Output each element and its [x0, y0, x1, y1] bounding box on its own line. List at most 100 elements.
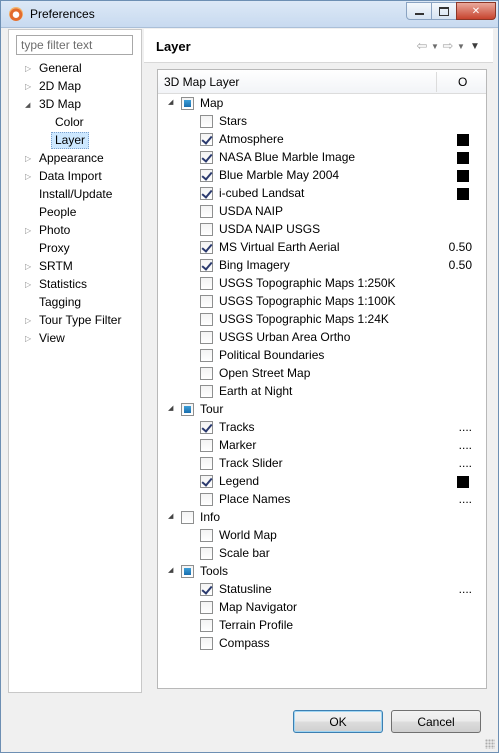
layer-group-row[interactable]: Tools — [158, 563, 486, 581]
column-header-opacity[interactable]: O — [458, 75, 467, 89]
layer-checkbox[interactable] — [200, 349, 213, 362]
layer-checkbox[interactable] — [200, 583, 213, 596]
close-button[interactable]: ✕ — [456, 2, 496, 20]
layer-row[interactable]: USDA NAIP — [158, 203, 486, 221]
opacity-value[interactable]: .... — [459, 438, 472, 452]
layer-checkbox[interactable] — [200, 421, 213, 434]
layer-checkbox[interactable] — [200, 115, 213, 128]
layer-row[interactable]: Place Names.... — [158, 491, 486, 509]
tree-item[interactable]: Color — [9, 114, 139, 131]
collapsed-arrow-icon[interactable] — [25, 276, 35, 293]
layer-row[interactable]: Stars — [158, 113, 486, 131]
collapsed-arrow-icon[interactable] — [25, 78, 35, 95]
layer-group-row[interactable]: Map — [158, 95, 486, 113]
layer-row[interactable]: Legend — [158, 473, 486, 491]
layer-row[interactable]: Tracks.... — [158, 419, 486, 437]
layer-checkbox[interactable] — [200, 367, 213, 380]
layer-checkbox[interactable] — [200, 223, 213, 236]
opacity-swatch[interactable] — [457, 476, 469, 488]
layer-row[interactable]: Terrain Profile — [158, 617, 486, 635]
tree-item[interactable]: 2D Map — [9, 78, 139, 95]
layer-row[interactable]: Map Navigator — [158, 599, 486, 617]
collapsed-arrow-icon[interactable] — [25, 330, 35, 347]
layer-row[interactable]: Track Slider.... — [158, 455, 486, 473]
layer-checkbox[interactable] — [200, 547, 213, 560]
layer-checkbox[interactable] — [200, 475, 213, 488]
resize-grip[interactable] — [485, 739, 495, 749]
layer-checkbox[interactable] — [200, 259, 213, 272]
layer-checkbox[interactable] — [181, 97, 194, 110]
collapsed-arrow-icon[interactable] — [25, 60, 35, 77]
view-menu-icon[interactable]: ▼ — [467, 41, 483, 52]
layer-checkbox[interactable] — [200, 493, 213, 506]
opacity-swatch[interactable] — [457, 152, 469, 164]
collapsed-arrow-icon[interactable] — [25, 222, 35, 239]
column-header-layer[interactable]: 3D Map Layer — [164, 75, 239, 89]
tree-item[interactable]: SRTM — [9, 258, 139, 275]
tree-item[interactable]: Data Import — [9, 168, 139, 185]
layer-checkbox[interactable] — [200, 529, 213, 542]
expanded-arrow-icon[interactable] — [168, 512, 177, 521]
layer-row[interactable]: USDA NAIP USGS — [158, 221, 486, 239]
layer-checkbox[interactable] — [200, 457, 213, 470]
collapsed-arrow-icon[interactable] — [25, 150, 35, 167]
opacity-swatch[interactable] — [457, 134, 469, 146]
opacity-value[interactable]: .... — [459, 492, 472, 506]
layer-checkbox[interactable] — [181, 511, 194, 524]
collapsed-arrow-icon[interactable] — [25, 312, 35, 329]
layer-checkbox[interactable] — [200, 385, 213, 398]
layer-group-row[interactable]: Info — [158, 509, 486, 527]
layer-row[interactable]: Compass — [158, 635, 486, 653]
layer-group-row[interactable]: Tour — [158, 401, 486, 419]
layer-row[interactable]: USGS Topographic Maps 1:250K — [158, 275, 486, 293]
layer-row[interactable]: Statusline.... — [158, 581, 486, 599]
layer-row[interactable]: USGS Topographic Maps 1:100K — [158, 293, 486, 311]
expanded-arrow-icon[interactable] — [168, 98, 177, 107]
layer-checkbox[interactable] — [200, 169, 213, 182]
layer-row[interactable]: MS Virtual Earth Aerial 0.50 — [158, 239, 486, 257]
forward-dropdown-icon[interactable]: ▼ — [455, 42, 467, 51]
layer-checkbox[interactable] — [200, 151, 213, 164]
tree-item[interactable]: General — [9, 60, 139, 77]
filter-input[interactable] — [16, 35, 133, 55]
layer-checkbox[interactable] — [200, 133, 213, 146]
opacity-value[interactable]: .... — [459, 582, 472, 596]
layer-row[interactable]: Open Street Map — [158, 365, 486, 383]
tree-item[interactable]: Statistics — [9, 276, 139, 293]
layer-checkbox[interactable] — [200, 187, 213, 200]
layer-row[interactable]: Atmosphere — [158, 131, 486, 149]
layer-checkbox[interactable] — [181, 403, 194, 416]
layer-checkbox[interactable] — [200, 277, 213, 290]
expanded-arrow-icon[interactable] — [168, 566, 177, 575]
opacity-value[interactable]: .... — [459, 456, 472, 470]
opacity-swatch[interactable] — [457, 170, 469, 182]
layer-checkbox[interactable] — [200, 205, 213, 218]
expanded-arrow-icon[interactable] — [25, 96, 35, 113]
layer-row[interactable]: NASA Blue Marble Image — [158, 149, 486, 167]
tree-item[interactable]: Tagging — [9, 294, 139, 311]
layer-row[interactable]: Political Boundaries — [158, 347, 486, 365]
layer-row[interactable]: Bing Imagery 0.50 — [158, 257, 486, 275]
layer-row[interactable]: Blue Marble May 2004 — [158, 167, 486, 185]
layer-row[interactable]: World Map — [158, 527, 486, 545]
tree-item[interactable]: View — [9, 330, 139, 347]
collapsed-arrow-icon[interactable] — [25, 168, 35, 185]
layer-row[interactable]: i-cubed Landsat — [158, 185, 486, 203]
layer-checkbox[interactable] — [200, 313, 213, 326]
layer-checkbox[interactable] — [200, 331, 213, 344]
layer-checkbox[interactable] — [200, 241, 213, 254]
opacity-swatch[interactable] — [457, 188, 469, 200]
tree-item[interactable]: Proxy — [9, 240, 139, 257]
layer-row[interactable]: USGS Topographic Maps 1:24K — [158, 311, 486, 329]
tree-item[interactable]: Tour Type Filter — [9, 312, 139, 329]
maximize-button[interactable] — [431, 2, 457, 20]
expanded-arrow-icon[interactable] — [168, 404, 177, 413]
tree-item[interactable]: 3D Map — [9, 96, 139, 113]
forward-arrow-icon[interactable]: ⇨ — [441, 38, 455, 54]
layer-checkbox[interactable] — [200, 637, 213, 650]
layer-checkbox[interactable] — [200, 439, 213, 452]
layer-row[interactable]: Marker.... — [158, 437, 486, 455]
back-arrow-icon[interactable]: ⇦ — [415, 38, 429, 54]
tree-item[interactable]: Install/Update — [9, 186, 139, 203]
cancel-button[interactable]: Cancel — [391, 710, 481, 733]
